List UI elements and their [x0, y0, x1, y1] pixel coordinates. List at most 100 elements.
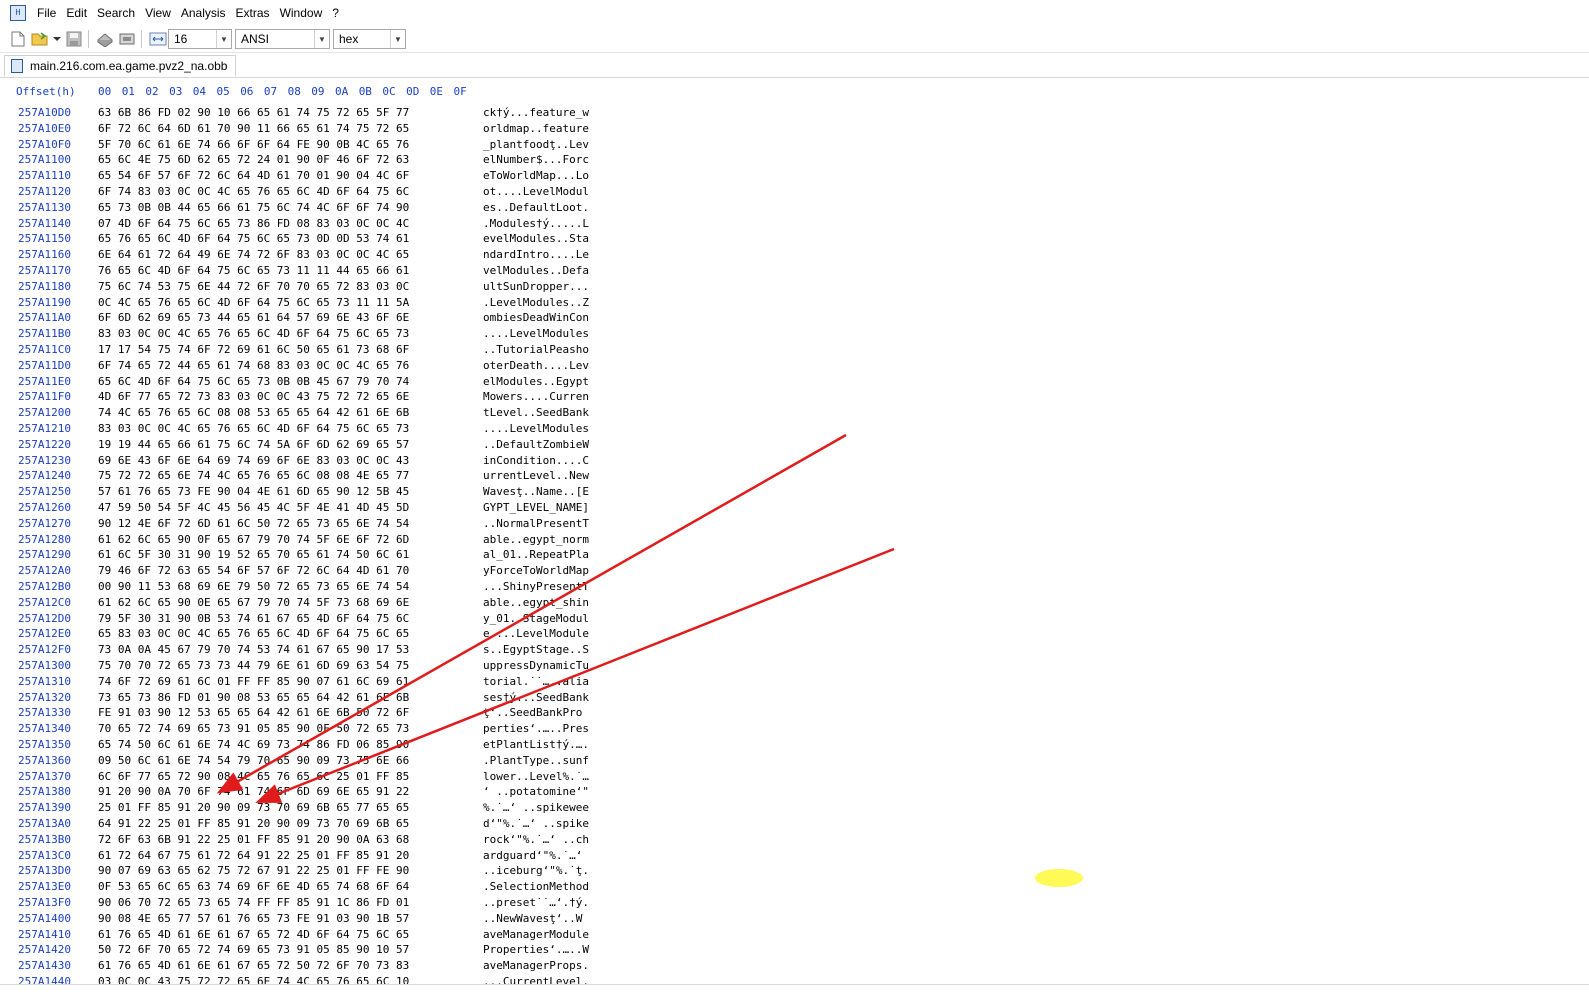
row-hex-bytes[interactable]: 6F 74 83 03 0C 0C 4C 65 76 65 6C 4D 6F 6…	[98, 184, 409, 200]
display-mode-select[interactable]: hex ▼	[333, 29, 406, 49]
row-ascii[interactable]: etPlantList†ý.….	[483, 737, 589, 753]
row-ascii[interactable]: .LevelModules..Z	[483, 295, 589, 311]
row-hex-bytes[interactable]: 47 59 50 54 5F 4C 45 56 45 4C 5F 4E 41 4…	[98, 500, 409, 516]
row-hex-bytes[interactable]: 90 06 70 72 65 73 65 74 FF FF 85 91 1C 8…	[98, 895, 409, 911]
row-ascii[interactable]: Wavesţ..Name..[E	[483, 484, 589, 500]
row-hex-bytes[interactable]: 65 54 6F 57 6F 72 6C 64 4D 61 70 01 90 0…	[98, 168, 409, 184]
row-ascii[interactable]: urrentLevel..New	[483, 468, 589, 484]
row-hex-bytes[interactable]: 61 76 65 4D 61 6E 61 67 65 72 4D 6F 64 7…	[98, 927, 409, 943]
row-ascii[interactable]: y_01..StageModul	[483, 611, 589, 627]
row-ascii[interactable]: able..egypt_shin	[483, 595, 589, 611]
row-ascii[interactable]: rock‘"%.˙…‘ ..ch	[483, 832, 589, 848]
row-hex-bytes[interactable]: 73 65 73 86 FD 01 90 08 53 65 65 64 42 6…	[98, 690, 409, 706]
open-dropdown-button[interactable]	[52, 29, 62, 49]
menu-view[interactable]: View	[140, 6, 176, 20]
row-hex-bytes[interactable]: 61 76 65 4D 61 6E 61 67 65 72 50 72 6F 7…	[98, 958, 409, 974]
hex-editor-view[interactable]: Offset(h) 00 01 02 03 04 05 06 07 08 09 0A 0B 0C 0D 0E…	[0, 78, 1589, 984]
row-hex-bytes[interactable]: 0F 53 65 6C 65 63 74 69 6F 6E 4D 65 74 6…	[98, 879, 409, 895]
document-tab[interactable]: main.216.com.ea.game.pvz2_na.obb	[4, 55, 237, 77]
row-ascii[interactable]: orldmap..feature	[483, 121, 589, 137]
row-ascii[interactable]: velModules..Defa	[483, 263, 589, 279]
row-hex-bytes[interactable]: 65 6C 4E 75 6D 62 65 72 24 01 90 0F 46 6…	[98, 152, 409, 168]
row-hex-bytes[interactable]: 65 76 65 6C 4D 6F 64 75 6C 65 73 0D 0D 5…	[98, 231, 409, 247]
row-hex-bytes[interactable]: 09 50 6C 61 6E 74 54 79 70 65 90 09 73 7…	[98, 753, 409, 769]
menu-analysis[interactable]: Analysis	[176, 6, 231, 20]
row-ascii[interactable]: .PlantType..sunf	[483, 753, 589, 769]
row-ascii[interactable]: ..DefaultZombieW	[483, 437, 589, 453]
row-ascii[interactable]: able..egypt_norm	[483, 532, 589, 548]
row-hex-bytes[interactable]: 6F 74 65 72 44 65 61 74 68 83 03 0C 0C 4…	[98, 358, 409, 374]
menu-extras[interactable]: Extras	[231, 6, 275, 20]
row-hex-bytes[interactable]: 91 20 90 0A 70 6F 74 61 74 6F 6D 69 6E 6…	[98, 784, 409, 800]
row-hex-bytes[interactable]: 61 6C 5F 30 31 90 19 52 65 70 65 61 74 5…	[98, 547, 409, 563]
row-hex-bytes[interactable]: 57 61 76 65 73 FE 90 04 4E 61 6D 65 90 1…	[98, 484, 409, 500]
row-hex-bytes[interactable]: 74 4C 65 76 65 6C 08 08 53 65 65 64 42 6…	[98, 405, 409, 421]
menu-help[interactable]: ?	[327, 6, 344, 20]
row-hex-bytes[interactable]: 07 4D 6F 64 75 6C 65 73 86 FD 08 83 03 0…	[98, 216, 409, 232]
row-hex-bytes[interactable]: 75 72 72 65 6E 74 4C 65 76 65 6C 08 08 4…	[98, 468, 409, 484]
row-hex-bytes[interactable]: 69 6E 43 6F 6E 64 69 74 69 6F 6E 83 03 0…	[98, 453, 409, 469]
row-ascii[interactable]: _plantfoodţ..Lev	[483, 137, 589, 153]
row-hex-bytes[interactable]: 73 0A 0A 45 67 79 70 74 53 74 61 67 65 9…	[98, 642, 409, 658]
row-hex-bytes[interactable]: 6F 72 6C 64 6D 61 70 90 11 66 65 61 74 7…	[98, 121, 409, 137]
row-hex-bytes[interactable]: 90 08 4E 65 77 57 61 76 65 73 FE 91 03 9…	[98, 911, 409, 927]
row-hex-bytes[interactable]: 63 6B 86 FD 02 90 10 66 65 61 74 75 72 6…	[98, 105, 409, 121]
row-ascii[interactable]: ck†ý...feature_w	[483, 105, 589, 121]
new-file-button[interactable]	[8, 29, 28, 49]
row-hex-bytes[interactable]: FE 91 03 90 12 53 65 65 64 42 61 6E 6B 5…	[98, 705, 409, 721]
row-ascii[interactable]: ..iceburg‘"%.˙ţ.	[483, 863, 589, 879]
row-hex-bytes[interactable]: 6E 64 61 72 64 49 6E 74 72 6F 83 03 0C 0…	[98, 247, 409, 263]
row-ascii[interactable]: torial.˙˙…..alia	[483, 674, 589, 690]
row-ascii[interactable]: Properties‘.…..W	[483, 942, 589, 958]
open-disk-button[interactable]	[95, 29, 115, 49]
row-ascii[interactable]: %.˙…‘ ..spikewee	[483, 800, 589, 816]
row-ascii[interactable]: .SelectionMethod	[483, 879, 589, 895]
row-ascii[interactable]: uppressDynamicTu	[483, 658, 589, 674]
row-ascii[interactable]: es..DefaultLoot.	[483, 200, 589, 216]
row-hex-bytes[interactable]: 65 74 50 6C 61 6E 74 4C 69 73 74 86 FD 0…	[98, 737, 409, 753]
row-ascii[interactable]: d‘"%.˙…‘ ..spike	[483, 816, 589, 832]
row-hex-bytes[interactable]: 6C 6F 77 65 72 90 08 4C 65 76 65 6C 25 0…	[98, 769, 409, 785]
row-hex-bytes[interactable]: 83 03 0C 0C 4C 65 76 65 6C 4D 6F 64 75 6…	[98, 326, 409, 342]
row-ascii[interactable]: tLevel..SeedBank	[483, 405, 589, 421]
row-hex-bytes[interactable]: 4D 6F 77 65 72 73 83 03 0C 0C 43 75 72 7…	[98, 389, 409, 405]
row-hex-bytes[interactable]: 83 03 0C 0C 4C 65 76 65 6C 4D 6F 64 75 6…	[98, 421, 409, 437]
row-ascii[interactable]: .Modules†ý.....L	[483, 216, 589, 232]
row-hex-bytes[interactable]: 65 83 03 0C 0C 4C 65 76 65 6C 4D 6F 64 7…	[98, 626, 409, 642]
row-ascii[interactable]: ..NewWavesţ‘..W	[483, 911, 582, 927]
row-hex-bytes[interactable]: 65 6C 4D 6F 64 75 6C 65 73 0B 0B 45 67 7…	[98, 374, 409, 390]
row-hex-bytes[interactable]: 76 65 6C 4D 6F 64 75 6C 65 73 11 11 44 6…	[98, 263, 409, 279]
row-ascii[interactable]: evelModules..Sta	[483, 231, 589, 247]
row-ascii[interactable]: ardguard‘"%.˙…‘	[483, 848, 589, 864]
row-hex-bytes[interactable]: 25 01 FF 85 91 20 90 09 73 70 69 6B 65 7…	[98, 800, 409, 816]
row-ascii[interactable]: ..TutorialPeasho	[483, 342, 589, 358]
row-hex-bytes[interactable]: 79 5F 30 31 90 0B 53 74 61 67 65 4D 6F 6…	[98, 611, 409, 627]
row-hex-bytes[interactable]: 90 07 69 63 65 62 75 72 67 91 22 25 01 F…	[98, 863, 409, 879]
row-ascii[interactable]: ....LevelModules	[483, 326, 589, 342]
row-hex-bytes[interactable]: 00 90 11 53 68 69 6E 79 50 72 65 73 65 6…	[98, 579, 409, 595]
bytes-per-row-select[interactable]: 16 ▼	[168, 29, 232, 49]
row-hex-bytes[interactable]: 64 91 22 25 01 FF 85 91 20 90 09 73 70 6…	[98, 816, 409, 832]
row-ascii[interactable]: yForceToWorldMap	[483, 563, 589, 579]
row-ascii[interactable]: ..NormalPresentT	[483, 516, 589, 532]
menu-search[interactable]: Search	[92, 6, 140, 20]
row-hex-bytes[interactable]: 70 65 72 74 69 65 73 91 05 85 90 0F 50 7…	[98, 721, 409, 737]
row-hex-bytes[interactable]: 6F 6D 62 69 65 73 44 65 61 64 57 69 6E 4…	[98, 310, 409, 326]
row-ascii[interactable]: ultSunDropper...	[483, 279, 589, 295]
row-ascii[interactable]: elModules..Egypt	[483, 374, 589, 390]
row-ascii[interactable]: ...CurrentLevel.	[483, 974, 589, 984]
row-ascii[interactable]: Mowers....Curren	[483, 389, 589, 405]
row-ascii[interactable]: lower..Level%.˙…	[483, 769, 589, 785]
open-ram-button[interactable]	[117, 29, 137, 49]
row-ascii[interactable]: ....LevelModules	[483, 421, 589, 437]
row-ascii[interactable]: ...ShinyPresentT	[483, 579, 589, 595]
row-ascii[interactable]: oterDeath....Lev	[483, 358, 589, 374]
row-hex-bytes[interactable]: 61 62 6C 65 90 0E 65 67 79 70 74 5F 73 6…	[98, 595, 409, 611]
menu-window[interactable]: Window	[275, 6, 328, 20]
row-hex-bytes[interactable]: 72 6F 63 6B 91 22 25 01 FF 85 91 20 90 0…	[98, 832, 409, 848]
row-ascii[interactable]: inCondition....C	[483, 453, 589, 469]
row-hex-bytes[interactable]: 74 6F 72 69 61 6C 01 FF FF 85 90 07 61 6…	[98, 674, 409, 690]
row-ascii[interactable]: ţ‘..SeedBankPro	[483, 705, 582, 721]
row-ascii[interactable]: perties‘.…..Pres	[483, 721, 589, 737]
row-ascii[interactable]: ndardIntro....Le	[483, 247, 589, 263]
